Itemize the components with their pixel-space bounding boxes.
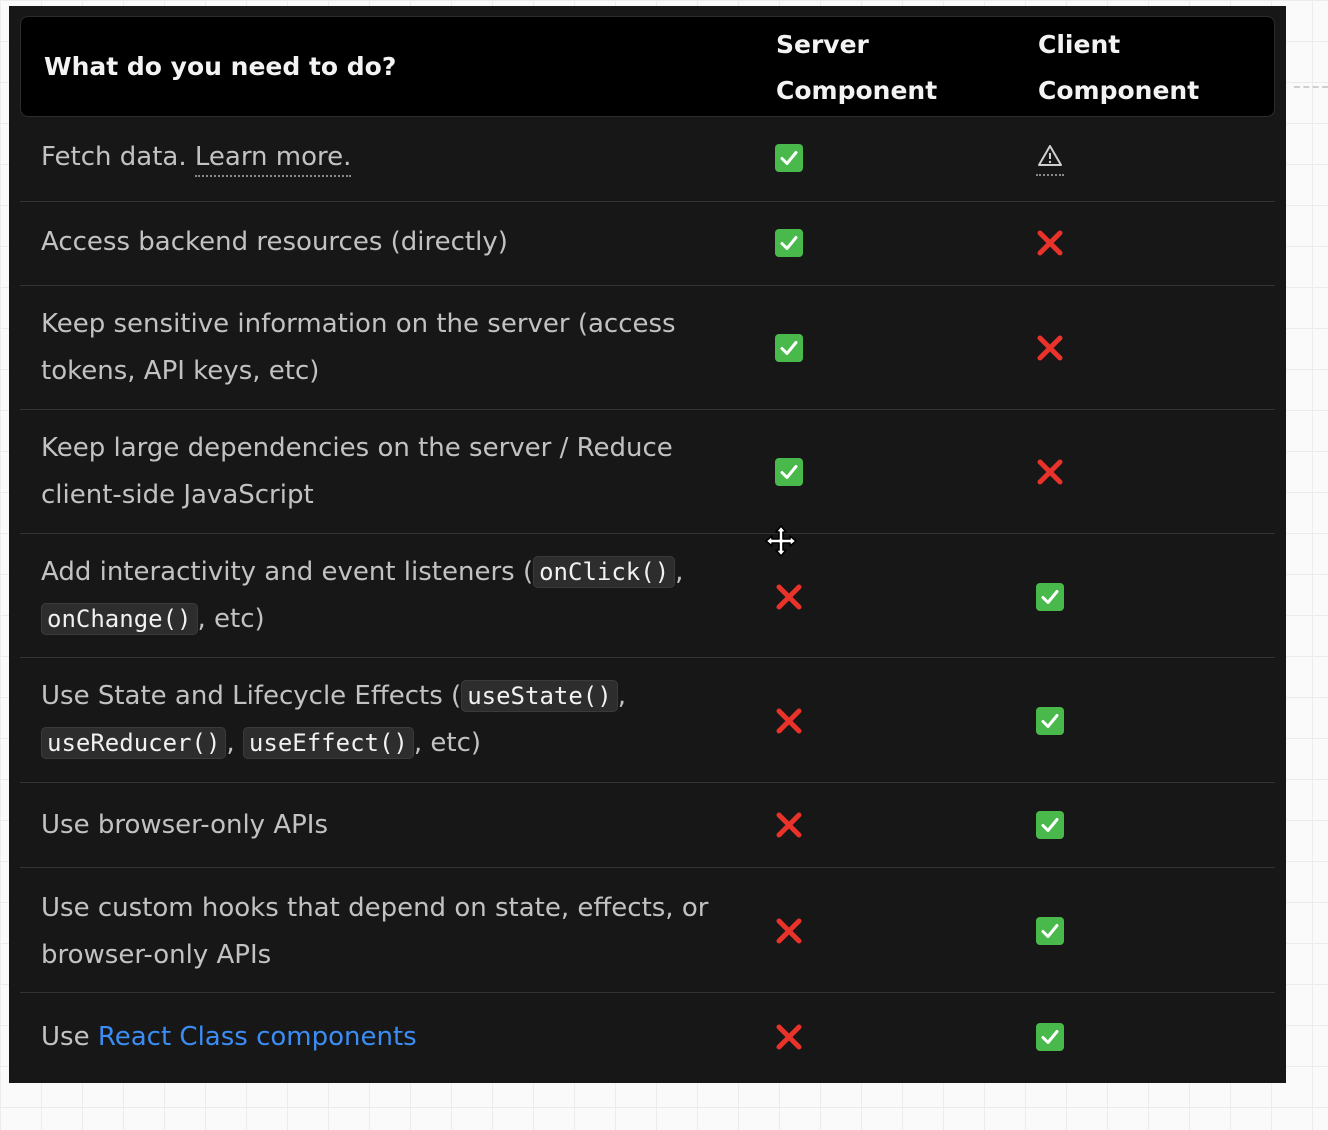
code-onclick: onClick() [533,556,676,588]
check-icon [1036,583,1064,611]
table-row: Access backend resources (directly) [20,201,1275,286]
table-row: Use browser-only APIs [20,782,1275,868]
row-task: Fetch data. Learn more. [41,134,721,181]
server-support [775,917,803,945]
check-icon [775,458,803,486]
cross-icon [775,1023,803,1051]
cross-icon [775,917,803,945]
check-icon [775,144,803,172]
check-icon [775,229,803,257]
check-icon [1036,1023,1064,1051]
cross-icon [1036,229,1064,257]
server-support [775,144,803,172]
table-header: What do you need to do? Server Component… [20,16,1275,117]
code-onchange: onChange() [41,603,198,635]
client-support [1036,707,1064,735]
header-server-component: Server Component [776,30,938,105]
table-row: Add interactivity and event listeners (o… [20,533,1275,658]
cross-icon [1036,334,1064,362]
client-support [1036,458,1064,486]
row-text: Fetch data. [41,142,195,172]
row-task: Use State and Lifecycle Effects (useStat… [41,673,721,767]
server-support [775,334,803,362]
header-client-component: Client Component [1038,30,1200,105]
row-text: , [617,681,626,711]
row-text: , etc) [197,604,265,634]
check-icon [1036,917,1064,945]
table-row: Use React Class components [20,992,1275,1083]
row-text: Use State and Lifecycle Effects ( [41,681,462,711]
cross-icon [775,583,803,611]
table-row: Keep large dependencies on the server / … [20,409,1275,534]
comparison-table: What do you need to do? Server Component… [9,6,1286,1083]
row-text: Use [41,1022,98,1052]
cross-icon [775,811,803,839]
client-support [1036,811,1064,839]
cross-icon [1036,458,1064,486]
row-text: , [675,557,684,587]
server-support [775,811,803,839]
client-support [1036,917,1064,945]
cross-icon [775,707,803,735]
learn-more-link[interactable]: Learn more. [194,142,352,177]
react-class-components-link[interactable]: React Class components [98,1022,417,1052]
row-text: , [226,728,243,758]
table-row: Use State and Lifecycle Effects (useStat… [20,657,1275,783]
server-support [775,458,803,486]
client-support [1036,229,1064,257]
check-icon [1036,707,1064,735]
check-icon [775,334,803,362]
move-cursor-icon [765,525,797,557]
row-task: Use browser-only APIs [41,810,329,840]
client-support [1036,334,1064,362]
row-task: Keep sensitive information on the server… [41,309,676,386]
server-support [775,583,803,611]
client-support [1036,583,1064,611]
row-task: Use React Class components [41,1014,721,1061]
server-support [775,229,803,257]
table-row: Keep sensitive information on the server… [20,285,1275,410]
row-task: Access backend resources (directly) [41,227,508,257]
row-task: Keep large dependencies on the server / … [41,433,673,510]
row-text: , etc) [413,728,482,758]
header-task-label: What do you need to do? [44,52,397,81]
client-support[interactable] [1036,142,1064,176]
server-support [775,707,803,735]
warning-icon[interactable] [1036,142,1064,176]
check-icon [1036,811,1064,839]
server-support [775,1023,803,1051]
row-task: Use custom hooks that depend on state, e… [41,893,709,970]
table-row: Fetch data. Learn more. [20,116,1275,201]
code-usestate: useState() [461,680,618,712]
client-support [1036,1023,1064,1051]
code-usereducer: useReducer() [41,727,227,759]
code-useeffect: useEffect() [242,727,414,759]
table-row: Use custom hooks that depend on state, e… [20,867,1275,993]
canvas-dashed-connector [1294,86,1328,90]
row-task: Add interactivity and event listeners (o… [41,549,721,643]
row-text: Add interactivity and event listeners ( [41,557,534,587]
